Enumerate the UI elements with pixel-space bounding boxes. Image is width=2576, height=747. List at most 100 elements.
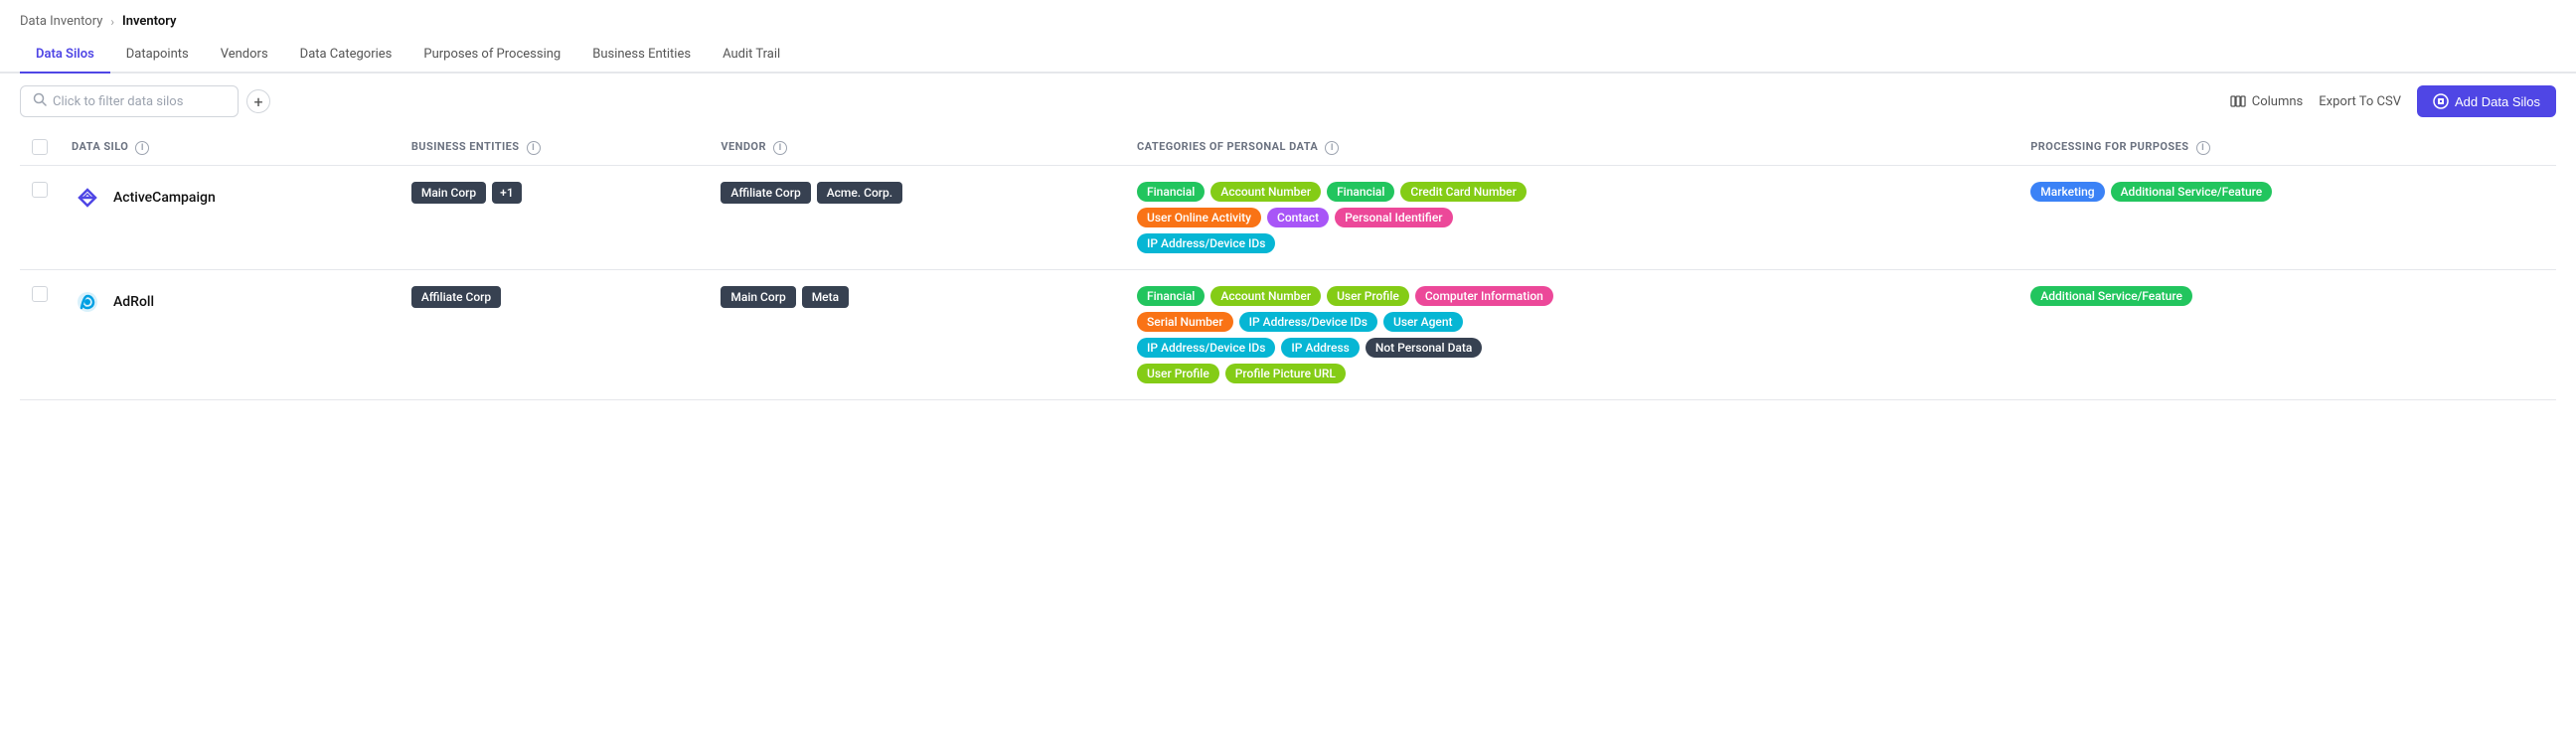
tabs-bar: Data Silos Datapoints Vendors Data Categ… — [0, 37, 2576, 74]
adroll-vendors-cell: Main Corp Meta — [709, 270, 1125, 400]
purposes-info-icon[interactable]: i — [2196, 141, 2210, 155]
add-silo-label: Add Data Silos — [2455, 94, 2540, 109]
th-business-entities: BUSINESS ENTITIES i — [400, 129, 710, 166]
adroll-entities: Affiliate Corp — [411, 286, 698, 308]
active-campaign-vendors: Affiliate Corp Acme. Corp. — [721, 182, 1113, 204]
cat-user-agent[interactable]: User Agent — [1383, 312, 1463, 332]
tab-audit-trail[interactable]: Audit Trail — [707, 37, 796, 74]
data-silo-info-icon[interactable]: i — [135, 141, 149, 155]
vendor-affiliate-corp[interactable]: Affiliate Corp — [721, 182, 810, 204]
row-checkbox-cell — [20, 166, 60, 270]
adroll-silo: AdRoll — [72, 286, 388, 318]
active-campaign-purposes: Marketing Additional Service/Feature — [2030, 182, 2544, 202]
breadcrumb-current: Inventory — [122, 14, 177, 29]
cat-user-profile-2[interactable]: User Profile — [1137, 364, 1219, 383]
th-vendor: VENDOR i — [709, 129, 1125, 166]
tab-datapoints[interactable]: Datapoints — [110, 37, 205, 74]
cat-serial-number[interactable]: Serial Number — [1137, 312, 1233, 332]
cat-not-personal[interactable]: Not Personal Data — [1366, 338, 1483, 358]
columns-label: Columns — [2252, 94, 2304, 109]
active-campaign-entities: Main Corp +1 — [411, 182, 698, 204]
breadcrumb: Data Inventory › Inventory — [0, 0, 2576, 37]
tab-purposes[interactable]: Purposes of Processing — [407, 37, 576, 74]
search-box[interactable]: Click to filter data silos — [20, 85, 239, 117]
select-all-checkbox[interactable] — [32, 139, 48, 155]
purpose-marketing[interactable]: Marketing — [2030, 182, 2104, 202]
active-campaign-vendors-cell: Affiliate Corp Acme. Corp. — [709, 166, 1125, 270]
entity-affiliate-corp[interactable]: Affiliate Corp — [411, 286, 501, 308]
adroll-purposes: Additional Service/Feature — [2030, 286, 2544, 306]
cat-user-profile-1[interactable]: User Profile — [1327, 286, 1409, 306]
cat-account-adroll[interactable]: Account Number — [1210, 286, 1321, 306]
active-campaign-silo-cell: ActiveCampaign — [60, 166, 400, 270]
adroll-entities-cell: Affiliate Corp — [400, 270, 710, 400]
active-campaign-entities-cell: Main Corp +1 — [400, 166, 710, 270]
adroll-categories: Financial Account Number User Profile Co… — [1137, 286, 1554, 383]
breadcrumb-parent[interactable]: Data Inventory — [20, 14, 102, 29]
toolbar-left: Click to filter data silos + — [20, 85, 270, 117]
cat-ip-address[interactable]: IP Address — [1281, 338, 1359, 358]
cat-account-number-1[interactable]: Account Number — [1210, 182, 1321, 202]
search-icon — [33, 92, 47, 110]
cat-personal-id[interactable]: Personal Identifier — [1335, 208, 1452, 227]
data-silos-table: DATA SILO i BUSINESS ENTITIES i VENDOR i… — [20, 129, 2556, 400]
vendor-acme[interactable]: Acme. Corp. — [817, 182, 902, 204]
tab-business-entities[interactable]: Business Entities — [576, 37, 707, 74]
entity-main-corp[interactable]: Main Corp — [411, 182, 486, 204]
cat-contact[interactable]: Contact — [1267, 208, 1329, 227]
tab-vendors[interactable]: Vendors — [205, 37, 284, 74]
active-campaign-logo — [72, 182, 103, 214]
purpose-additional-1[interactable]: Additional Service/Feature — [2111, 182, 2273, 202]
th-data-silo: DATA SILO i — [60, 129, 400, 166]
categories-info-icon[interactable]: i — [1325, 141, 1339, 155]
table-container: DATA SILO i BUSINESS ENTITIES i VENDOR i… — [0, 129, 2576, 400]
cat-financial-adroll[interactable]: Financial — [1137, 286, 1205, 306]
th-checkbox — [20, 129, 60, 166]
cat-financial-1[interactable]: Financial — [1137, 182, 1205, 202]
search-input[interactable]: Click to filter data silos — [53, 94, 183, 109]
th-categories: CATEGORIES OF PERSONAL DATA i — [1125, 129, 2018, 166]
toolbar: Click to filter data silos + Columns Exp… — [0, 74, 2576, 129]
th-purposes: PROCESSING FOR PURPOSES i — [2018, 129, 2556, 166]
table-row: AdRoll Affiliate Corp Main Corp Meta — [20, 270, 2556, 400]
cat-ip-device-ids-adroll-2[interactable]: IP Address/Device IDs — [1137, 338, 1275, 358]
table-header-row: DATA SILO i BUSINESS ENTITIES i VENDOR i… — [20, 129, 2556, 166]
adroll-name[interactable]: AdRoll — [113, 294, 154, 310]
adroll-checkbox[interactable] — [32, 286, 48, 302]
vendor-meta[interactable]: Meta — [802, 286, 849, 308]
add-filter-button[interactable]: + — [246, 89, 270, 113]
cat-financial-2[interactable]: Financial — [1327, 182, 1394, 202]
business-entities-info-icon[interactable]: i — [527, 141, 541, 155]
vendor-main-corp[interactable]: Main Corp — [721, 286, 795, 308]
active-campaign-silo: ActiveCampaign — [72, 182, 388, 214]
columns-icon — [2230, 93, 2246, 109]
table-row: ActiveCampaign Main Corp +1 Affiliate Co… — [20, 166, 2556, 270]
active-campaign-purposes-cell: Marketing Additional Service/Feature — [2018, 166, 2556, 270]
active-campaign-categories-cell: Financial Account Number Financial Credi… — [1125, 166, 2018, 270]
active-campaign-name[interactable]: ActiveCampaign — [113, 190, 216, 206]
adroll-checkbox-cell — [20, 270, 60, 400]
purpose-additional-adroll[interactable]: Additional Service/Feature — [2030, 286, 2192, 306]
cat-ip-device-ids-adroll-1[interactable]: IP Address/Device IDs — [1239, 312, 1377, 332]
adroll-categories-cell: Financial Account Number User Profile Co… — [1125, 270, 2018, 400]
toolbar-right: Columns Export To CSV Add Data Silos — [2230, 85, 2556, 117]
add-data-silos-button[interactable]: Add Data Silos — [2417, 85, 2556, 117]
cat-profile-pic-url[interactable]: Profile Picture URL — [1225, 364, 1346, 383]
entity-plus-badge[interactable]: +1 — [492, 182, 521, 204]
adroll-purposes-cell: Additional Service/Feature — [2018, 270, 2556, 400]
cat-computer-info[interactable]: Computer Information — [1415, 286, 1553, 306]
breadcrumb-separator: › — [110, 15, 114, 29]
tab-data-categories[interactable]: Data Categories — [284, 37, 408, 74]
columns-button[interactable]: Columns — [2230, 93, 2304, 109]
tab-data-silos[interactable]: Data Silos — [20, 37, 110, 74]
active-campaign-categories: Financial Account Number Financial Credi… — [1137, 182, 1554, 253]
export-button[interactable]: Export To CSV — [2319, 94, 2401, 109]
row-checkbox[interactable] — [32, 182, 48, 198]
add-silo-icon — [2433, 93, 2449, 109]
cat-ip-device-ids-1[interactable]: IP Address/Device IDs — [1137, 233, 1275, 253]
adroll-silo-cell: AdRoll — [60, 270, 400, 400]
adroll-logo — [72, 286, 103, 318]
cat-online-activity[interactable]: User Online Activity — [1137, 208, 1261, 227]
vendor-info-icon[interactable]: i — [773, 141, 787, 155]
cat-credit-card[interactable]: Credit Card Number — [1400, 182, 1526, 202]
